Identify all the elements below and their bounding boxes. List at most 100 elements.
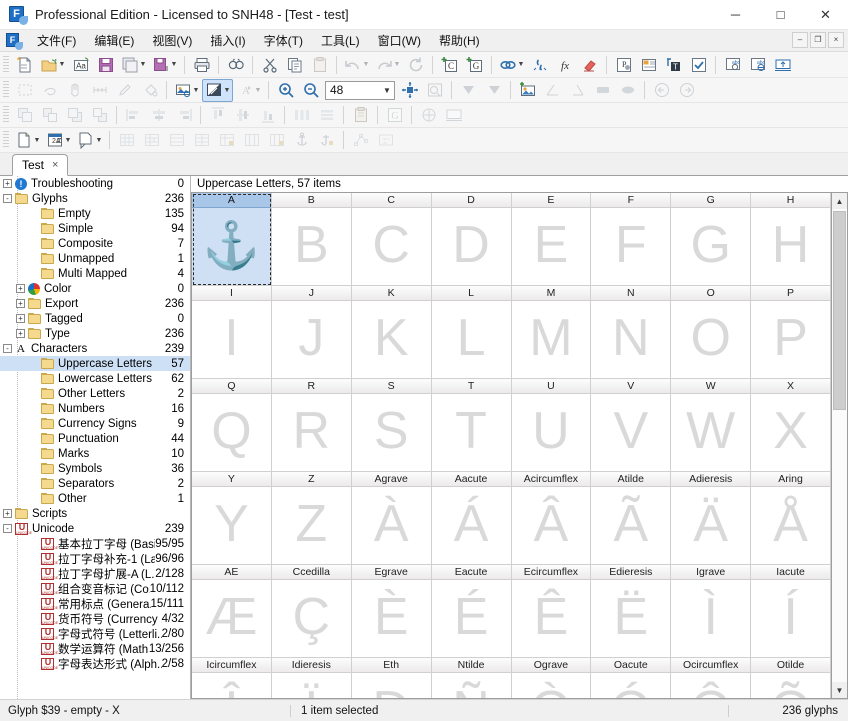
mdi-minimize-button[interactable]: – [792, 32, 808, 48]
tree-collapse-icon[interactable]: - [3, 344, 12, 353]
zoom-out-button[interactable] [298, 79, 323, 102]
menu-item-font[interactable]: 字体(T) [255, 30, 312, 51]
glyph-cell[interactable]: IcircumflexÎ [192, 658, 272, 698]
tab-test[interactable]: Test × [12, 154, 69, 176]
mdi-restore-button[interactable]: ❐ [810, 32, 826, 48]
glyph-cell[interactable]: Acircumflex Â [511, 472, 592, 565]
font-web-test-button[interactable]: abc [745, 53, 770, 76]
tree-item-color[interactable]: + Color 0 [0, 281, 190, 296]
minimize-button[interactable]: ─ [713, 0, 758, 30]
toolbar-grip[interactable] [3, 55, 9, 74]
menu-item-insert[interactable]: 插入(I) [201, 30, 254, 51]
glyph-cell[interactable]: Ecircumflex Ê [511, 565, 592, 658]
dropdown-arrow-icon[interactable]: ▼ [518, 61, 525, 68]
grid-scroll-area[interactable]: A ⚓ B B C C D D E E F F G G H H I I J J K K L L M M N N O O P P Q Q R R S S T T… [191, 192, 831, 699]
scroll-up-icon[interactable]: ▲ [832, 193, 847, 209]
scroll-thumb[interactable] [833, 211, 846, 410]
scroll-track[interactable] [832, 209, 847, 682]
unlink-glyph-button[interactable] [527, 53, 552, 76]
tree-item-symbols[interactable]: Symbols 36 [0, 461, 190, 476]
glyph-cell[interactable]: CC [351, 193, 432, 286]
glyph-cell[interactable]: IdieresisÏ [271, 658, 352, 698]
cut-button[interactable] [257, 53, 282, 76]
glyph-cell[interactable]: LL [431, 286, 512, 379]
glyph-cell[interactable]: RR [271, 379, 352, 472]
glyph-cell[interactable]: Agrave À [351, 472, 432, 565]
zoom-in-button[interactable] [273, 79, 298, 102]
print-button[interactable] [189, 53, 214, 76]
tree-item-simple[interactable]: Simple 94 [0, 221, 190, 236]
tree-expand-icon[interactable]: + [3, 179, 12, 188]
tree-item-scripts[interactable]: + Scripts [0, 506, 190, 521]
glyph-cell[interactable]: A ⚓ [192, 193, 272, 286]
glyph-cell[interactable]: NtildeÑ [431, 658, 512, 698]
glyph-cell[interactable]: Aring Å [751, 472, 831, 565]
scroll-down-icon[interactable]: ▼ [832, 682, 847, 698]
tree-expand-icon[interactable]: + [16, 299, 25, 308]
validate-font-button[interactable] [686, 53, 711, 76]
tree-item-1-la[interactable]: UUNICODE拉丁字母补充-1 (La...96/96 [0, 551, 190, 566]
glyph-cell[interactable]: OgraveÒ [511, 658, 592, 698]
fit-to-window-button[interactable] [397, 79, 422, 102]
tree-item-characters[interactable]: - A Characters 239 [0, 341, 190, 356]
add-glyph-button[interactable]: G [462, 53, 487, 76]
tree-item-troubleshooting[interactable]: +! Troubleshooting 0 [0, 176, 190, 191]
menu-item-file[interactable]: 文件(F) [28, 30, 85, 51]
glyph-cell[interactable]: XX [751, 379, 831, 472]
tree-item-currency-signs[interactable]: Currency Signs 9 [0, 416, 190, 431]
tree-item-unmapped[interactable]: Unmapped 1 [0, 251, 190, 266]
glyph-cell[interactable]: VV [591, 379, 672, 472]
tree-expand-icon[interactable]: + [3, 509, 12, 518]
font-tree-panel[interactable]: +! Troubleshooting 0- Glyphs 236 Empty 135 Simp… [0, 176, 191, 699]
tree-item-alph[interactable]: U UNICODE 字母表达形式 (Alph... 2/58 [0, 656, 190, 671]
glyph-cell[interactable]: AE Æ [192, 565, 272, 658]
clear-glyph-button[interactable] [577, 53, 602, 76]
tree-item-export[interactable]: + Export 236 [0, 296, 190, 311]
menu-item-window[interactable]: 窗口(W) [369, 30, 430, 51]
tree-expand-icon[interactable]: + [16, 329, 25, 338]
page-setup-button[interactable]: ▼ [74, 129, 105, 152]
new-font-button[interactable] [12, 53, 37, 76]
new-page-button[interactable]: ▼ [12, 129, 43, 152]
find-button[interactable] [223, 53, 248, 76]
glyph-cell[interactable]: OacuteÓ [591, 658, 672, 698]
dropdown-arrow-icon[interactable]: ▼ [171, 61, 178, 68]
glyph-cell[interactable]: OcircumflexÔ [671, 658, 752, 698]
dropdown-arrow-icon[interactable]: ▼ [255, 87, 262, 94]
tab-close-icon[interactable]: × [52, 159, 58, 171]
glyph-cell[interactable]: ZZ [271, 472, 352, 565]
tree-collapse-icon[interactable]: - [3, 524, 12, 533]
dropdown-arrow-icon[interactable]: ▼ [65, 137, 72, 144]
font-properties-button[interactable]: P [611, 53, 636, 76]
glyph-cell[interactable]: HH [751, 193, 831, 286]
font-test-button[interactable]: abc [720, 53, 745, 76]
glyph-cell[interactable]: JJ [271, 286, 352, 379]
glyph-cell[interactable]: QQ [192, 379, 272, 472]
glyph-cell[interactable]: YY [192, 472, 272, 565]
toolbar-grip[interactable] [3, 106, 9, 124]
tree-item-marks[interactable]: Marks 10 [0, 446, 190, 461]
link-glyph-button[interactable]: ▼ [496, 53, 527, 76]
tree-item-numbers[interactable]: Numbers 16 [0, 401, 190, 416]
tree-item-multi-mapped[interactable]: Multi Mapped 4 [0, 266, 190, 281]
mdi-close-button[interactable]: × [828, 32, 844, 48]
insert-image-button[interactable] [515, 79, 540, 102]
dropdown-arrow-icon[interactable]: ▼ [96, 137, 103, 144]
glyph-cell[interactable]: NN [591, 286, 672, 379]
dropdown-arrow-icon[interactable]: ▼ [224, 87, 231, 94]
chevron-down-icon[interactable]: ▼ [380, 86, 394, 95]
save-all-button[interactable]: ▼ [149, 53, 180, 76]
tree-item-lowercase-letters[interactable]: Lowercase Letters 62 [0, 371, 190, 386]
glyph-cell[interactable]: UU [511, 379, 592, 472]
glyph-cell[interactable]: FF [591, 193, 672, 286]
glyph-cell[interactable]: BB [271, 193, 352, 286]
tree-item-uppercase-letters[interactable]: Uppercase Letters 57 [0, 356, 190, 371]
open-installed-font-button[interactable]: Aa [68, 53, 93, 76]
font-export-button[interactable] [770, 53, 795, 76]
transform-fx-button[interactable]: fx [552, 53, 577, 76]
image-properties-button[interactable]: ▼ [171, 79, 202, 102]
dropdown-arrow-icon[interactable]: ▼ [140, 61, 147, 68]
font-info-button[interactable] [636, 53, 661, 76]
glyph-cell[interactable]: Atilde Ã [591, 472, 672, 565]
glyph-cell[interactable]: KK [351, 286, 432, 379]
